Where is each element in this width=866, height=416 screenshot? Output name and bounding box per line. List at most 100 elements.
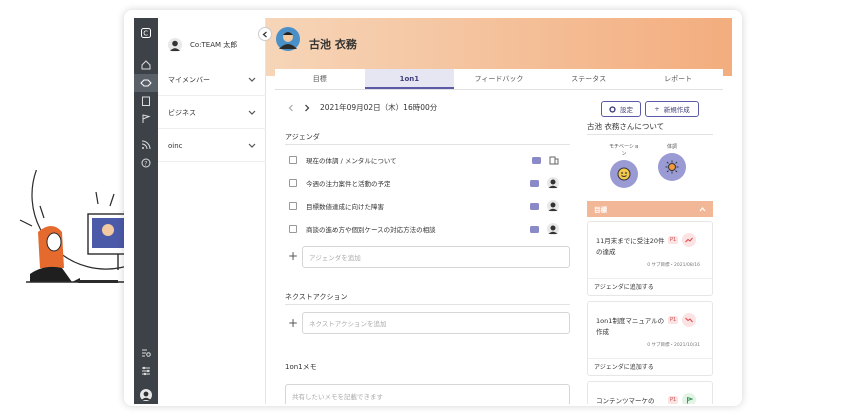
agenda-item[interactable]: 今週の注力案件と活動の予定	[289, 176, 559, 190]
profile-header: 古池 衣務	[266, 18, 732, 76]
chevron-left-icon	[262, 31, 267, 37]
session-date: 2021年09月02日（木）16時00分	[320, 103, 438, 112]
rss-icon[interactable]	[134, 136, 158, 154]
handshake-icon[interactable]	[134, 74, 158, 92]
goal-card[interactable]: コンテンツマーケの P1	[587, 381, 713, 404]
goal-title: 1on1制度マニュアルの作成	[596, 317, 665, 336]
priority-badge: P1	[668, 316, 679, 324]
sidebar-user[interactable]: Co:TEAM 太郎	[168, 38, 237, 52]
comment-icon[interactable]	[532, 156, 541, 164]
sidebar-group-my-members[interactable]: マイメンバー	[158, 64, 266, 96]
logo-icon[interactable]: C	[134, 24, 158, 42]
agenda-item-label: 商談の進め方や個別ケースの対応方法の相談	[306, 226, 436, 234]
add-next-action-plus-icon[interactable]: +	[288, 317, 298, 329]
agenda-title: アジェンダ	[285, 133, 320, 141]
goal-card[interactable]: 1on1制度マニュアルの作成 P1 0 サブ目標・2021/10/31 アジェン…	[587, 301, 713, 376]
memo-title: 1on1メモ	[285, 363, 317, 371]
profile-avatar	[276, 27, 300, 51]
flag-icon[interactable]	[134, 110, 158, 128]
gear-icon	[609, 105, 616, 113]
health-icon	[658, 153, 686, 181]
tab-feedback[interactable]: フィードバック	[454, 69, 544, 89]
agenda-checkbox[interactable]	[289, 225, 297, 233]
tab-report[interactable]: レポート	[633, 69, 723, 89]
tab-goals[interactable]: 目標	[275, 69, 365, 89]
comment-icon[interactable]	[530, 202, 539, 210]
chevron-down-icon	[248, 143, 256, 148]
building-icon	[549, 156, 559, 165]
svg-text:C: C	[143, 30, 148, 38]
agenda-item-label: 目標数値達成に向けた障害	[306, 203, 384, 211]
avatar	[168, 38, 182, 52]
clipboard-icon[interactable]	[134, 92, 158, 110]
user-avatar[interactable]	[134, 386, 158, 404]
avatar	[547, 200, 559, 212]
tab-1on1[interactable]: 1on1	[364, 69, 455, 89]
new-session-label: 新規作成	[663, 106, 690, 114]
motivation-label: モチベーション	[609, 144, 639, 157]
tab-bar: 目標 1on1 フィードバック ステータス レポート	[275, 69, 723, 90]
add-agenda-plus-icon[interactable]: +	[288, 250, 298, 262]
collapse-sidebar-button[interactable]	[258, 27, 272, 41]
icon-rail: C ?	[134, 18, 158, 404]
priority-badge: P1	[668, 396, 679, 404]
next-session-icon[interactable]	[304, 104, 310, 112]
memo-textarea[interactable]: 共有したいメモを記載できます	[285, 384, 570, 404]
add-next-action-input[interactable]: ネクストアクションを追加	[302, 312, 570, 334]
add-agenda-input[interactable]: アジェンダを追加	[302, 246, 570, 268]
member-info-panel: 古池 衣務さんについて モチベーション 体調 目標 11月末までに受注20件の達…	[587, 121, 713, 404]
add-to-agenda-link[interactable]: アジェンダに追加する	[588, 358, 712, 375]
agenda-checkbox[interactable]	[289, 156, 297, 164]
home-icon[interactable]	[134, 56, 158, 74]
agenda-checkbox[interactable]	[289, 202, 297, 210]
goals-section-header[interactable]: 目標	[587, 201, 713, 217]
svg-text:?: ?	[144, 161, 147, 168]
goal-meta: 0 サブ目標・2021/08/16	[647, 263, 700, 268]
main-panel: 古池 衣務 目標 1on1 フィードバック ステータス レポート 2021年09…	[266, 18, 732, 404]
list-search-icon[interactable]	[134, 344, 158, 362]
health-label: 体調	[666, 144, 677, 150]
sidebar-user-name: Co:TEAM 太郎	[190, 41, 238, 49]
priority-badge: P1	[668, 236, 679, 244]
trend-down-icon	[682, 313, 696, 327]
settings-button[interactable]: 設定	[601, 101, 641, 117]
next-action-divider	[285, 304, 570, 305]
prev-session-icon[interactable]	[288, 104, 294, 112]
sidebar: Co:TEAM 太郎 マイメンバー ビジネス oinc	[158, 18, 266, 404]
tab-status[interactable]: ステータス	[544, 69, 634, 89]
goal-card[interactable]: 11月末までに受注20件の達成 P1 0 サブ目標・2021/08/16 アジェ…	[587, 221, 713, 296]
help-icon[interactable]: ?	[134, 154, 158, 172]
add-to-agenda-link[interactable]: アジェンダに追加する	[588, 278, 712, 295]
goal-title: 11月末までに受注20件の達成	[596, 237, 665, 256]
app-window: C ? Co:TEAM 太郎 マイメンバー ビジネス oinc 古池 衣務 目標…	[124, 10, 742, 406]
sidebar-group-label: マイメンバー	[168, 75, 210, 84]
health-indicator: 体調	[657, 143, 687, 181]
comment-icon[interactable]	[530, 179, 539, 187]
agenda-item-label: 現在の体調 / メンタルについて	[306, 157, 397, 165]
agenda-item[interactable]: 目標数値達成に向けた障害	[289, 199, 559, 213]
motivation-indicator: モチベーション	[609, 143, 639, 188]
agenda-divider	[285, 144, 570, 145]
chevron-up-icon	[699, 206, 706, 211]
agenda-checkbox[interactable]	[289, 179, 297, 187]
plus-icon: +	[654, 105, 660, 113]
comment-icon[interactable]	[530, 225, 539, 233]
flag-icon	[682, 393, 696, 404]
trend-up-icon	[682, 233, 696, 247]
chevron-down-icon	[248, 110, 256, 115]
sidebar-group-oinc[interactable]: oinc	[158, 130, 266, 162]
next-action-title: ネクストアクション	[285, 293, 348, 301]
settings-button-label: 設定	[620, 106, 633, 114]
agenda-item[interactable]: 商談の進め方や個別ケースの対応方法の相談	[289, 222, 559, 236]
member-info-title: 古池 衣務さんについて	[587, 122, 665, 131]
chevron-down-icon	[248, 77, 256, 82]
sidebar-group-business[interactable]: ビジネス	[158, 97, 266, 129]
motivation-icon	[610, 160, 638, 188]
agenda-item[interactable]: 現在の体調 / メンタルについて	[289, 153, 559, 167]
settings-sliders-icon[interactable]	[134, 362, 158, 380]
sidebar-group-label: oinc	[168, 141, 183, 150]
session-date-bar: 2021年09月02日（木）16時00分	[288, 102, 437, 113]
new-session-button[interactable]: + 新規作成	[645, 101, 699, 117]
agenda-item-label: 今週の注力案件と活動の予定	[306, 180, 391, 188]
avatar	[547, 223, 559, 235]
